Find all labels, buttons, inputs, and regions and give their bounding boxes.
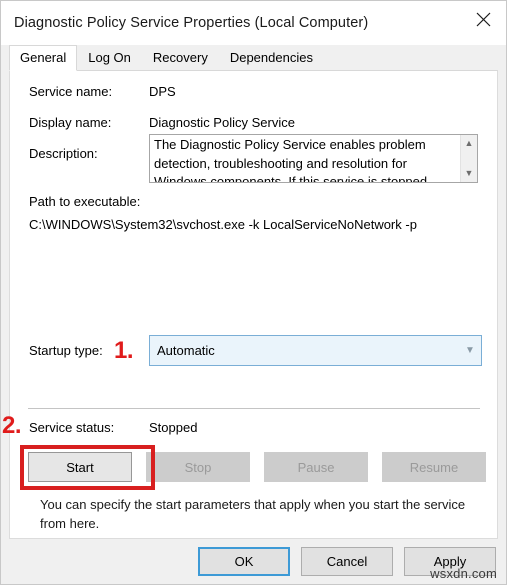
service-status-value: Stopped xyxy=(149,420,198,435)
site-watermark: wsxdn.com xyxy=(430,566,497,581)
tab-strip: General Log On Recovery Dependencies xyxy=(1,45,506,71)
start-parameters-hint: You can specify the start parameters tha… xyxy=(40,497,466,531)
cancel-button[interactable]: Cancel xyxy=(301,547,393,576)
window-title: Diagnostic Policy Service Properties (Lo… xyxy=(14,15,369,31)
service-name-label: Service name: xyxy=(29,84,113,99)
pause-button: Pause xyxy=(264,452,368,482)
stop-button: Stop xyxy=(146,452,250,482)
startup-type-dropdown[interactable]: Automatic ▼ xyxy=(149,335,482,366)
service-status-row: Service status: Stopped xyxy=(29,420,197,435)
service-name-value: DPS xyxy=(149,84,176,99)
close-icon[interactable] xyxy=(460,1,506,37)
resume-button: Resume xyxy=(382,452,486,482)
description-textbox[interactable]: The Diagnostic Policy Service enables pr… xyxy=(149,134,478,183)
tab-log-on[interactable]: Log On xyxy=(77,45,142,70)
general-tab-panel: Service name: DPS Display name: Diagnost… xyxy=(2,70,498,574)
section-divider xyxy=(28,408,480,409)
display-name-value: Diagnostic Policy Service xyxy=(149,115,295,130)
service-status-label: Service status: xyxy=(29,420,115,435)
annotation-step-1: 1. xyxy=(114,337,134,364)
service-control-buttons: Start Stop Pause Resume xyxy=(28,452,486,482)
display-name-row: Display name: Diagnostic Policy Service xyxy=(29,115,295,130)
chevron-down-icon[interactable]: ▼ xyxy=(465,169,474,178)
tab-recovery[interactable]: Recovery xyxy=(142,45,219,70)
chevron-up-icon[interactable]: ▲ xyxy=(465,139,474,148)
service-name-row: Service name: DPS xyxy=(29,84,176,99)
startup-type-label: Startup type: xyxy=(29,343,103,358)
path-value-row: C:\WINDOWS\System32\svchost.exe -k Local… xyxy=(29,217,417,232)
start-button[interactable]: Start xyxy=(28,452,132,482)
description-label: Description: xyxy=(29,146,98,161)
startup-type-label-row: Startup type: xyxy=(29,343,103,358)
path-to-executable-value: C:\WINDOWS\System32\svchost.exe -k Local… xyxy=(29,217,417,232)
display-name-label: Display name: xyxy=(29,115,112,130)
tab-general[interactable]: General xyxy=(9,45,78,71)
path-label-row: Path to executable: xyxy=(29,194,140,209)
path-to-executable-label: Path to executable: xyxy=(29,194,141,209)
annotation-step-2: 2. xyxy=(2,412,22,439)
description-text: The Diagnostic Policy Service enables pr… xyxy=(154,137,428,182)
description-scrollbar[interactable]: ▲ ▼ xyxy=(460,135,477,182)
ok-button[interactable]: OK xyxy=(198,547,290,576)
tab-dependencies[interactable]: Dependencies xyxy=(219,45,324,70)
startup-type-value: Automatic xyxy=(157,343,215,358)
title-bar: Diagnostic Policy Service Properties (Lo… xyxy=(1,1,506,45)
dialog-footer: OK Cancel Apply wsxdn.com xyxy=(1,539,506,584)
description-label-row: Description: xyxy=(29,146,98,161)
service-properties-dialog: Diagnostic Policy Service Properties (Lo… xyxy=(0,0,507,585)
chevron-down-icon[interactable]: ▼ xyxy=(459,345,481,356)
